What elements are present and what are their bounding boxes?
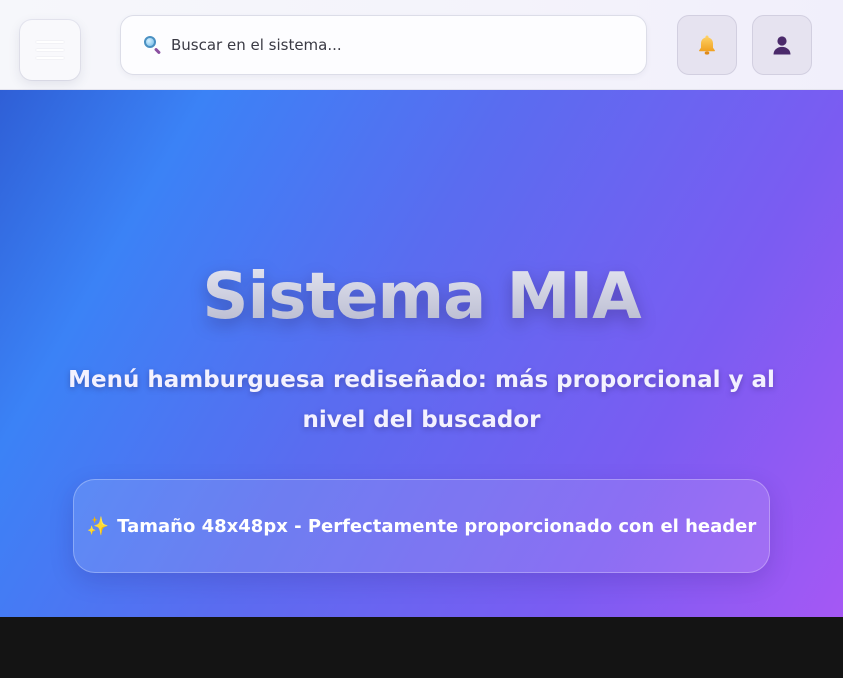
user-profile-button[interactable] [752, 15, 812, 75]
search-icon [143, 35, 163, 55]
hamburger-icon-bar [36, 49, 64, 51]
search-input[interactable] [171, 36, 611, 54]
info-card-text: Tamaño 48x48px - Perfectamente proporcio… [117, 515, 757, 537]
bell-icon [699, 35, 715, 55]
search-bar[interactable] [120, 15, 647, 75]
hamburger-icon [36, 41, 64, 43]
hamburger-menu-button[interactable] [20, 20, 80, 80]
hero-subtitle: Menú hamburguesa rediseñado: más proporc… [68, 367, 775, 433]
page-footer-band [0, 617, 843, 678]
user-icon [773, 36, 791, 55]
sparkles-icon: ✨ [86, 515, 110, 537]
info-card: ✨ Tamaño 48x48px - Perfectamente proporc… [73, 479, 770, 573]
hamburger-icon-bar [36, 57, 64, 59]
top-header [0, 0, 843, 90]
notifications-button[interactable] [677, 15, 737, 75]
hero-section: Sistema MIA Menú hamburguesa rediseñado:… [0, 90, 843, 617]
hero-title: Sistema MIA [0, 260, 843, 334]
